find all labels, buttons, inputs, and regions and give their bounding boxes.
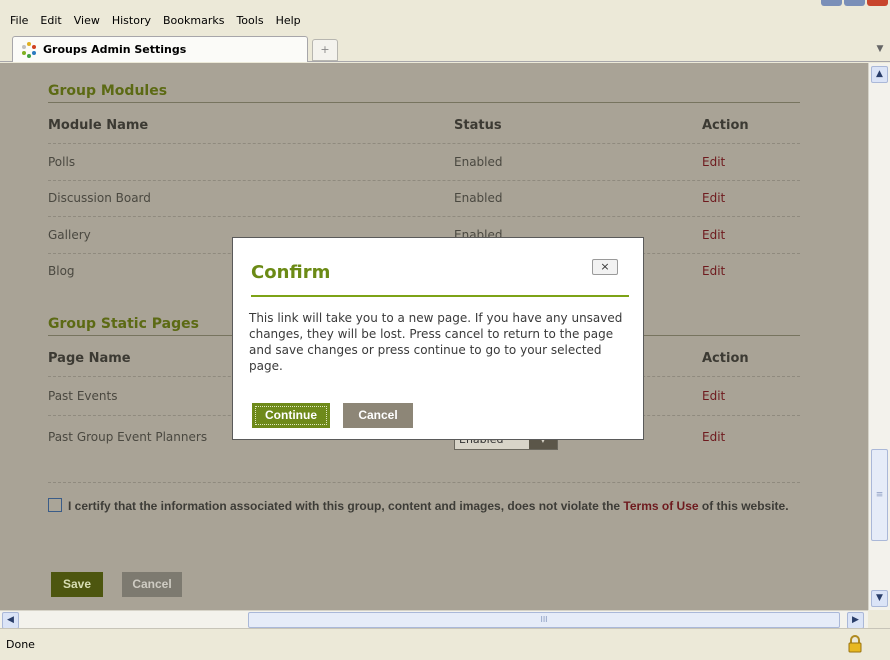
lock-icon[interactable] [848,635,862,653]
module-name-gallery: Gallery [48,228,91,242]
scroll-left-icon[interactable]: ◀ [2,612,19,629]
cancel-button[interactable]: Cancel [122,572,182,597]
menu-edit[interactable]: Edit [34,14,67,27]
new-tab-button[interactable]: + [312,39,338,61]
menu-bookmarks[interactable]: Bookmarks [157,14,230,27]
menu-help[interactable]: Help [270,14,307,27]
close-window-button[interactable] [867,0,888,6]
window-controls [821,0,888,6]
edit-link-discussion-board[interactable]: Edit [702,191,725,205]
edit-link-gallery[interactable]: Edit [702,228,725,242]
menu-file[interactable]: File [4,14,34,27]
plus-icon: + [320,43,330,56]
edit-link-past-group-event-planners[interactable]: Edit [702,430,725,444]
menu-history[interactable]: History [106,14,157,27]
menu-tools[interactable]: Tools [230,14,269,27]
status-text: Done [6,638,35,651]
menu-view[interactable]: View [68,14,106,27]
module-name-header: Module Name [48,118,149,133]
continue-button[interactable]: Continue [252,403,330,428]
status-header: Status [454,118,502,133]
horizontal-scroll-thumb[interactable]: III [248,612,840,628]
row-divider [48,216,800,217]
tab-title: Groups Admin Settings [43,43,187,56]
module-name-polls: Polls [48,155,76,169]
terms-of-use-link[interactable]: Terms of Use [623,499,698,513]
edit-link-blog[interactable]: Edit [702,264,725,278]
minimize-button[interactable] [821,0,842,6]
section-divider [48,102,800,103]
module-name-blog: Blog [48,264,75,278]
dialog-title: Confirm [251,262,331,283]
horizontal-scrollbar[interactable]: ◀ III ▶ [0,610,868,629]
page-name-header: Page Name [48,351,131,366]
scroll-up-icon[interactable]: ▲ [871,66,888,83]
scrollbar-corner [868,610,890,628]
row-divider [48,180,800,181]
dialog-divider [251,295,629,297]
certify-checkbox[interactable] [48,498,62,512]
maximize-button[interactable] [844,0,865,6]
edit-link-polls[interactable]: Edit [702,155,725,169]
window-top-strip [0,0,890,8]
certify-statement: I certify that the information associate… [68,499,789,513]
confirm-dialog: Confirm × This link will take you to a n… [232,237,644,440]
save-button[interactable]: Save [51,572,103,597]
dialog-cancel-button[interactable]: Cancel [343,403,413,428]
action-header: Action [702,118,749,133]
scroll-down-icon[interactable]: ▼ [871,590,888,607]
dialog-message: This link will take you to a new page. I… [249,311,623,373]
row-divider [48,143,800,144]
tab-list-dropdown-icon[interactable]: ▼ [872,40,888,58]
close-icon[interactable]: × [592,259,618,275]
action-header-static: Action [702,351,749,366]
module-status-polls: Enabled [454,155,503,169]
edit-link-past-events[interactable]: Edit [702,389,725,403]
page-name-past-events: Past Events [48,389,118,403]
vertical-scroll-thumb[interactable]: ≡ [871,449,888,541]
group-modules-title: Group Modules [48,83,168,99]
row-divider [48,482,800,483]
menu-bar: File Edit View History Bookmarks Tools H… [0,8,890,32]
tab-groups-admin-settings[interactable]: Groups Admin Settings [12,36,308,62]
group-static-pages-title: Group Static Pages [48,316,199,332]
loading-spinner-icon [21,41,37,58]
status-bar: Done [0,628,890,660]
module-name-discussion-board: Discussion Board [48,191,151,205]
module-status-discussion-board: Enabled [454,191,503,205]
scroll-right-icon[interactable]: ▶ [847,612,864,629]
tab-bar: Groups Admin Settings + ▼ [0,32,890,62]
page-name-past-group-event-planners: Past Group Event Planners [48,430,208,444]
vertical-scrollbar[interactable]: ▲ ≡ ▼ [868,63,890,610]
